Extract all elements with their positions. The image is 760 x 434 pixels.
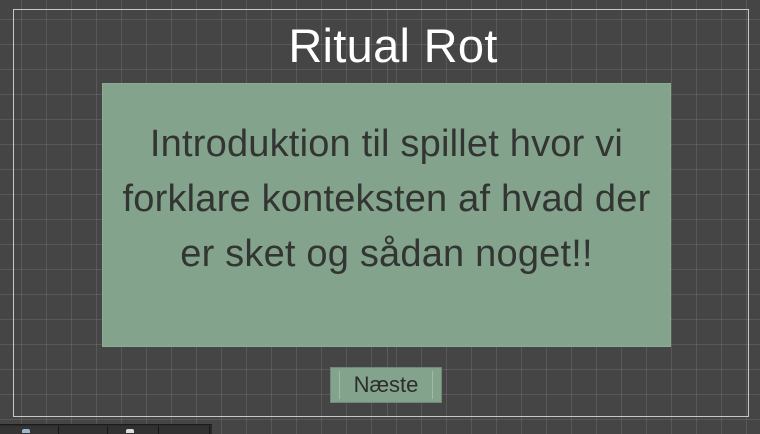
page-title: Ritual Rot — [288, 19, 498, 72]
next-button[interactable]: Næste — [330, 367, 442, 403]
intro-text: Introduktion til spillet hvor vi forklar… — [122, 123, 651, 275]
editor-viewport: Ritual Rot Introduktion til spillet hvor… — [0, 0, 760, 434]
toolbar-icon — [22, 429, 30, 433]
toolbar-icon — [126, 429, 134, 433]
intro-panel: Introduktion til spillet hvor vi forklar… — [102, 83, 671, 347]
